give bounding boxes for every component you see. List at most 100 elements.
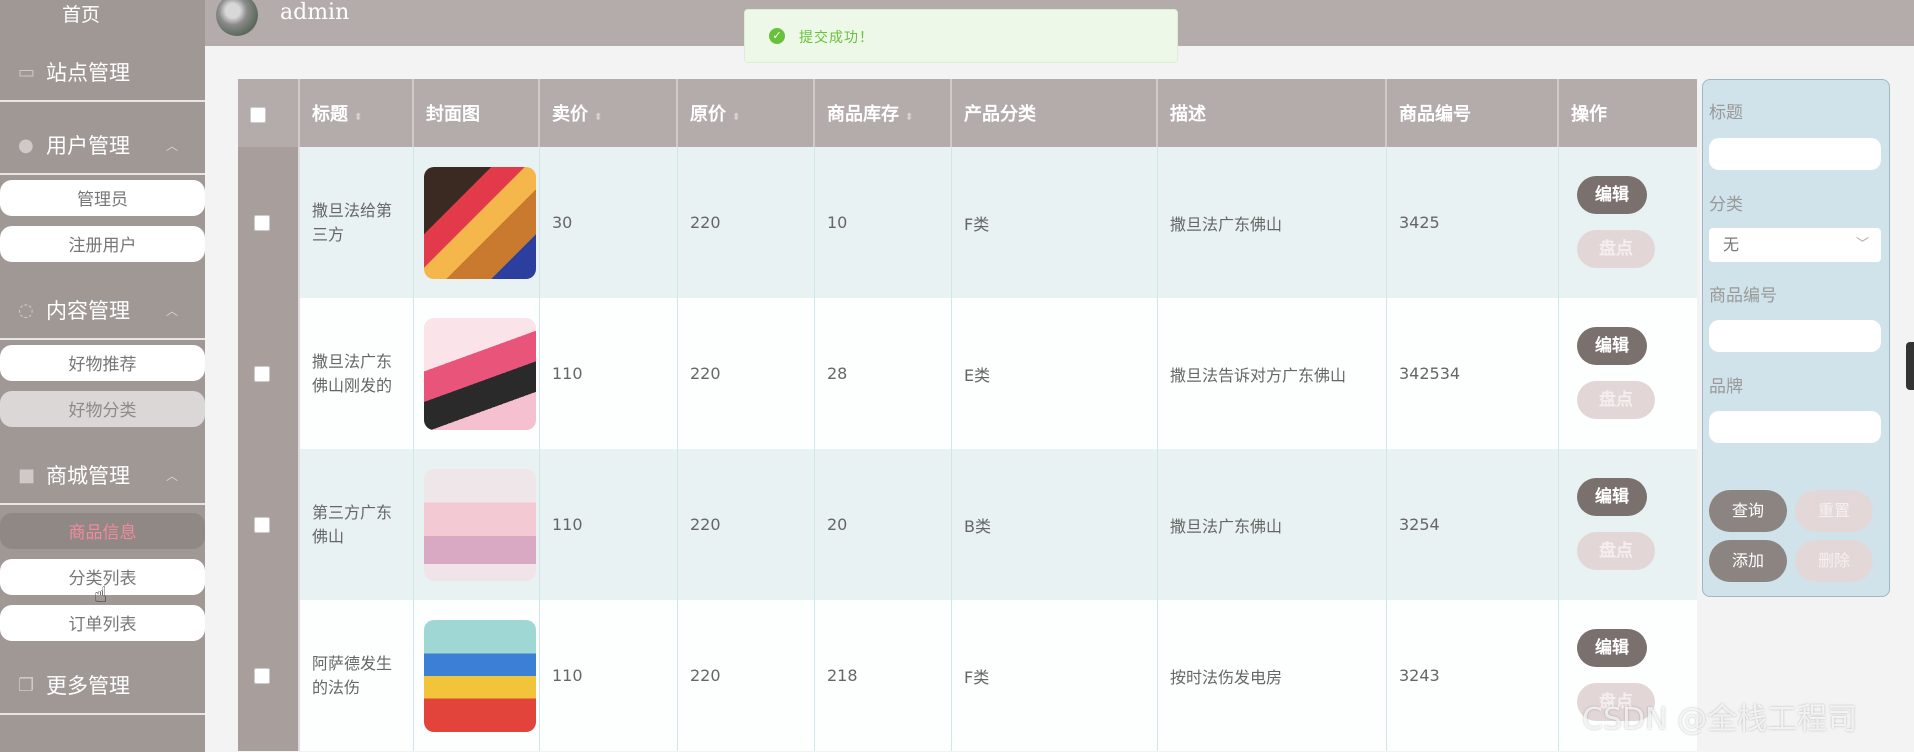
sort-icon[interactable]: ⬍ (354, 112, 362, 123)
chevron-down-icon: ﹀ (1855, 237, 1869, 252)
cell-sku: 3425 (1387, 147, 1559, 298)
sidebar-item-recommend[interactable]: 好物推荐 (0, 345, 205, 381)
sidebar-group-more[interactable]: ❐ 更多管理 (0, 657, 205, 715)
cell-orig-price: 220 (678, 449, 815, 600)
cell-cover (414, 449, 540, 600)
row-checkbox[interactable] (254, 365, 270, 382)
header-actions: 操作 (1559, 79, 1697, 147)
header-price-label: 卖价 (552, 104, 588, 125)
cell-title: 撒旦法给第三方 (300, 147, 414, 298)
title-filter-input[interactable] (1709, 138, 1881, 170)
table-row: 阿萨德发生的法伤 110 220 218 F类 按时法伤发电房 3243 编辑 … (238, 600, 1697, 751)
sort-icon[interactable]: ⬍ (905, 112, 913, 123)
search-panel: 标题 分类 无 ﹀ 商品编号 品牌 查询 重置 添加 删除 (1702, 79, 1890, 597)
header-actions-label: 操作 (1571, 104, 1607, 125)
header-title-label: 标题 (312, 104, 348, 125)
table-row: 撒旦法广东佛山刚发的 110 220 28 E类 撒旦法告诉对方广东佛山 342… (238, 298, 1697, 449)
edit-button[interactable]: 编辑 (1577, 327, 1647, 365)
sort-icon[interactable]: ⬍ (732, 112, 740, 123)
query-button[interactable]: 查询 (1709, 490, 1787, 532)
inventory-check-button[interactable]: 盘点 (1577, 381, 1655, 419)
cell-actions: 编辑 盘点 (1559, 298, 1697, 449)
row-select-cell (238, 147, 300, 298)
cell-description: 撒旦法告诉对方广东佛山 (1158, 298, 1387, 449)
cell-orig-price: 220 (678, 600, 815, 751)
cell-sku: 342534 (1387, 298, 1559, 449)
brand-filter-input[interactable] (1709, 411, 1881, 443)
header-orig-price-label: 原价 (690, 104, 726, 125)
cell-description: 撒旦法广东佛山 (1158, 449, 1387, 600)
header-stock[interactable]: 商品库存 ⬍ (815, 79, 952, 147)
brand-filter-label: 品牌 (1709, 377, 1743, 397)
cell-orig-price: 220 (678, 147, 815, 298)
avatar[interactable] (216, 0, 258, 36)
cell-title: 第三方广东佛山 (300, 449, 414, 600)
header-description: 描述 (1158, 79, 1387, 147)
cell-stock: 218 (815, 600, 952, 751)
header-stock-label: 商品库存 (827, 104, 899, 125)
sidebar-item-good-category[interactable]: 好物分类 (0, 391, 205, 427)
edit-button[interactable]: 编辑 (1577, 478, 1647, 516)
row-checkbox[interactable] (254, 667, 270, 684)
product-image[interactable] (424, 468, 536, 581)
header-select-all (238, 79, 300, 147)
category-filter-label: 分类 (1709, 195, 1743, 215)
row-select-cell (238, 298, 300, 449)
category-select-value: 无 (1723, 235, 1740, 254)
header-cover: 封面图 (414, 79, 540, 147)
header-orig-price[interactable]: 原价 ⬍ (678, 79, 815, 147)
header-title[interactable]: 标题 ⬍ (300, 79, 414, 147)
cell-price: 110 (540, 600, 678, 751)
sort-icon[interactable]: ⬍ (594, 112, 602, 123)
sidebar-home-link[interactable]: 首页 (0, 0, 162, 27)
side-scroll-handle[interactable] (1906, 342, 1914, 390)
header-price[interactable]: 卖价 ⬍ (540, 79, 678, 147)
sidebar-item-users[interactable]: 注册用户 (0, 226, 205, 262)
cell-description: 按时法伤发电房 (1158, 600, 1387, 751)
product-image[interactable] (424, 166, 536, 279)
add-button[interactable]: 添加 (1709, 540, 1787, 582)
inventory-check-button[interactable]: 盘点 (1577, 230, 1655, 268)
watermark: CSDN @全栈工程司 (1582, 702, 1858, 737)
username: admin (280, 0, 350, 25)
product-image[interactable] (424, 317, 536, 430)
toast-message: 提交成功！ (799, 30, 874, 46)
cell-stock: 28 (815, 298, 952, 449)
success-toast: ✓ 提交成功！ (744, 9, 1178, 63)
lock-icon: ■ (18, 464, 36, 486)
sidebar-group-mall[interactable]: ■ 商城管理 ︿ (0, 447, 205, 505)
sidebar-group-user[interactable]: ● 用户管理 ︿ (0, 117, 205, 175)
row-checkbox[interactable] (254, 516, 270, 533)
cell-actions: 编辑 盘点 (1559, 449, 1697, 600)
chat-icon: ◌ (18, 299, 34, 321)
category-select[interactable]: 无 ﹀ (1709, 228, 1881, 262)
cell-description: 撒旦法广东佛山 (1158, 147, 1387, 298)
row-select-cell (238, 600, 300, 751)
reset-button[interactable]: 重置 (1795, 490, 1873, 532)
cell-cover (414, 298, 540, 449)
sidebar-item-product-info[interactable]: 商品信息 (0, 513, 205, 549)
edit-button[interactable]: 编辑 (1577, 176, 1647, 214)
title-filter-label: 标题 (1709, 103, 1743, 123)
cell-category: E类 (952, 298, 1158, 449)
cell-cover (414, 147, 540, 298)
sidebar-group-label: 商城管理 (46, 464, 130, 488)
sku-filter-input[interactable] (1709, 320, 1881, 352)
product-image[interactable] (424, 619, 536, 732)
sidebar: 首页 ▭ 站点管理 ● 用户管理 ︿ 管理员 注册用户 ◌ 内容管理 ︿ 好物推… (0, 0, 205, 752)
inventory-check-button[interactable]: 盘点 (1577, 532, 1655, 570)
header-sku-label: 商品编号 (1399, 104, 1471, 125)
sidebar-item-admin[interactable]: 管理员 (0, 180, 205, 216)
delete-button[interactable]: 删除 (1795, 540, 1873, 582)
hand-cursor-icon: ☝ (94, 583, 108, 608)
row-checkbox[interactable] (254, 214, 270, 231)
sidebar-group-content[interactable]: ◌ 内容管理 ︿ (0, 282, 205, 340)
sidebar-group-site[interactable]: ▭ 站点管理 (0, 44, 205, 102)
header-sku: 商品编号 (1387, 79, 1559, 147)
edit-button[interactable]: 编辑 (1577, 629, 1647, 667)
cell-title: 阿萨德发生的法伤 (300, 600, 414, 751)
chevron-up-icon: ︿ (166, 303, 179, 318)
table-header: 标题 ⬍ 封面图 卖价 ⬍ 原价 ⬍ 商品库存 ⬍ 产品分类 描述 商品编号 操作 (238, 79, 1697, 147)
sidebar-item-order-list[interactable]: 订单列表 (0, 605, 205, 641)
select-all-checkbox[interactable] (250, 107, 266, 123)
